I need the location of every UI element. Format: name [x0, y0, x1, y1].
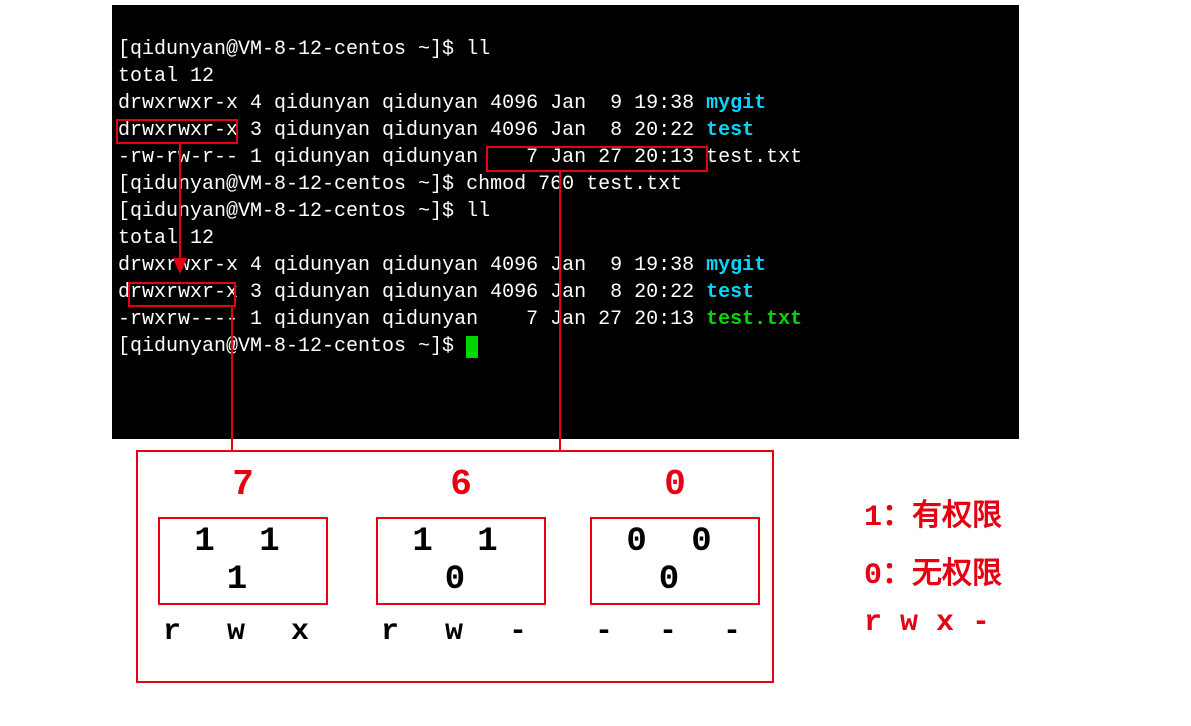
total-1: total 12 [118, 65, 214, 88]
cmd-ll-2: ll [466, 200, 490, 223]
total-2: total 12 [118, 227, 214, 250]
perm-mygit-b: drwxrwxr-x [118, 254, 238, 277]
prompt: [qidunyan@VM-8-12-centos ~]$ [118, 173, 466, 196]
bits-6: 1 1 0 [376, 517, 546, 605]
letters-0: - - - [590, 615, 760, 649]
name-txt-b: test.txt [706, 308, 802, 331]
perm-mygit-a: drwxrwxr-x [118, 92, 238, 115]
bits-0: 0 0 0 [590, 517, 760, 605]
bits-7: 1 1 1 [158, 517, 328, 605]
perm-group-owner: 7 1 1 1 r w x [158, 464, 328, 649]
letters-7: r w x [158, 615, 328, 649]
permission-panel: 7 1 1 1 r w x 6 1 1 0 r w - 0 0 0 0 - - … [136, 450, 774, 683]
cursor [466, 336, 478, 358]
letters-6: r w - [376, 615, 546, 649]
prompt: [qidunyan@VM-8-12-centos ~]$ [118, 38, 466, 61]
prompt: [qidunyan@VM-8-12-centos ~]$ [118, 335, 466, 358]
terminal-window: [qidunyan@VM-8-12-centos ~]$ ll total 12… [112, 5, 1019, 439]
perm-txt-b: -rwxrw---- [118, 308, 238, 331]
prompt: [qidunyan@VM-8-12-centos ~]$ [118, 200, 466, 223]
name-test-b: test [706, 281, 754, 304]
rest-test-a: 3 qidunyan qidunyan 4096 Jan 8 20:22 [238, 119, 706, 142]
name-test-a: test [706, 119, 754, 142]
perm-test-b: drwxrwxr-x [118, 281, 238, 304]
legend-0: 0：无权限 [864, 548, 1002, 593]
cmd-chmod: chmod 760 test.txt [466, 173, 682, 196]
name-txt-a: test.txt [706, 146, 802, 169]
perm-group-other: 0 0 0 0 - - - [590, 464, 760, 649]
rest-txt-a: 1 qidunyan qidunyan 7 Jan 27 20:13 [238, 146, 706, 169]
perm-test-a: drwxrwxr-x [118, 119, 238, 142]
perm-group-group: 6 1 1 0 r w - [376, 464, 546, 649]
rest-test-b: 3 qidunyan qidunyan 4096 Jan 8 20:22 [238, 281, 706, 304]
legend-rwx: r w x - [864, 606, 990, 640]
perm-txt-a: -rw-rw-r-- [118, 146, 238, 169]
digit-0: 0 [590, 464, 760, 505]
legend-1: 1：有权限 [864, 490, 1002, 535]
rest-mygit-a: 4 qidunyan qidunyan 4096 Jan 9 19:38 [238, 92, 706, 115]
digit-6: 6 [376, 464, 546, 505]
name-mygit-b: mygit [706, 254, 766, 277]
cmd-ll-1: ll [466, 38, 490, 61]
rest-txt-b: 1 qidunyan qidunyan 7 Jan 27 20:13 [238, 308, 706, 331]
rest-mygit-b: 4 qidunyan qidunyan 4096 Jan 9 19:38 [238, 254, 706, 277]
digit-7: 7 [158, 464, 328, 505]
name-mygit-a: mygit [706, 92, 766, 115]
